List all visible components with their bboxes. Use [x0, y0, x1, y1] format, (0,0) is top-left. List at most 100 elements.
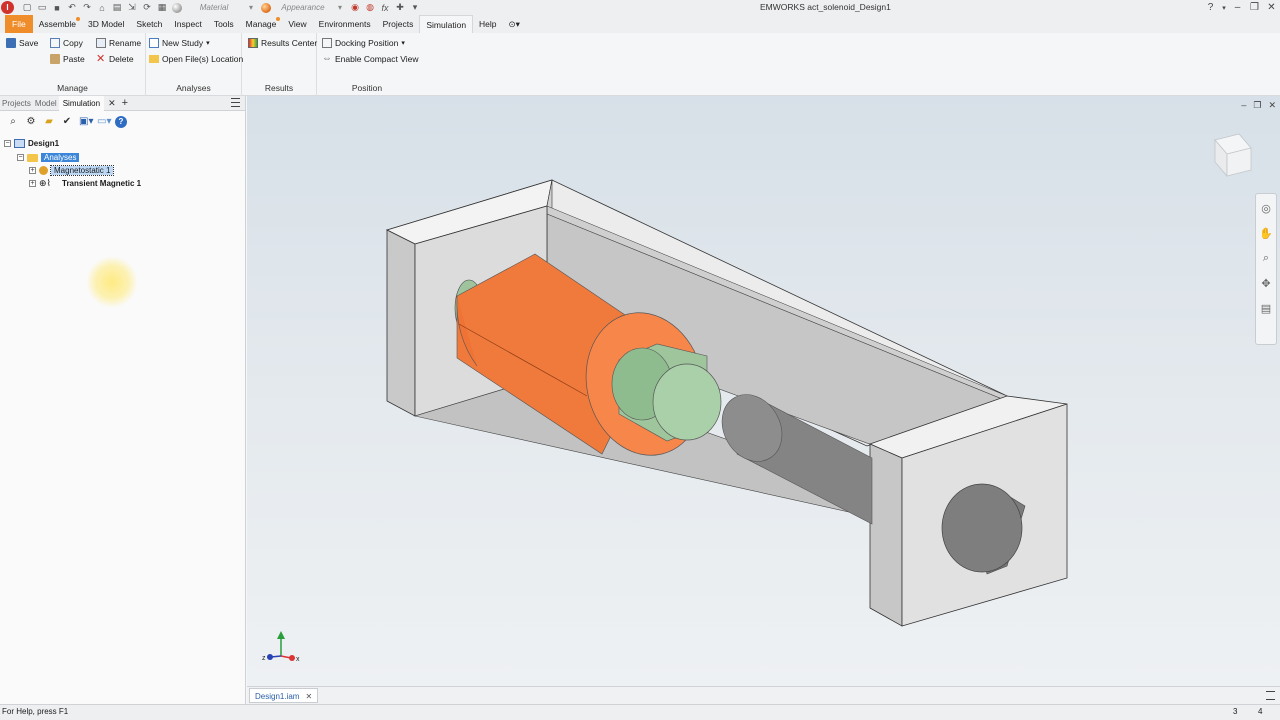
ribbon-options-icon[interactable]: ⊙▾	[503, 15, 526, 33]
save-button[interactable]: Save	[6, 36, 38, 50]
clear-appearance-icon[interactable]: ◍	[365, 2, 375, 13]
help-dropdown-icon[interactable]: ▾	[1219, 4, 1229, 12]
close-icon[interactable]: ✕	[1263, 2, 1280, 13]
select-icon[interactable]: ⇲	[127, 2, 137, 13]
material-dropdown[interactable]: Material ▾	[172, 2, 256, 14]
position-group: Docking Position ▾ ⇔ Enable Compact View…	[317, 33, 418, 96]
tab-help[interactable]: Help	[473, 15, 502, 33]
quick-access-toolbar: ▢ ▭ ■ ↶ ↷ ⌂ ▤ ⇲ ⟳ ▦ Material ▾ Appearanc…	[22, 2, 420, 14]
tab-view[interactable]: View	[282, 15, 312, 33]
open-folder-icon[interactable]: ▭	[37, 2, 47, 13]
viewcube[interactable]	[1214, 133, 1252, 178]
tree-study-transient[interactable]: + ⊕⌇ Transient Magnetic 1	[29, 177, 141, 190]
compact-view-icon: ⇔	[322, 53, 332, 64]
copy-button[interactable]: Copy	[50, 36, 83, 50]
rename-button[interactable]: Rename	[96, 36, 141, 50]
material-ball-icon	[172, 2, 182, 13]
tab-file[interactable]: File	[5, 15, 33, 33]
appearance-ball-icon	[261, 2, 271, 13]
add-icon[interactable]: ✚	[395, 2, 405, 13]
chevron-down-icon: ▾	[337, 3, 342, 12]
document-menu-icon[interactable]	[1266, 691, 1275, 700]
enable-compact-view-button[interactable]: ⇔ Enable Compact View	[322, 52, 418, 66]
svg-text:z: z	[262, 655, 266, 662]
ribbon-tabs: File Assemble 3D Model Sketch Inspect To…	[0, 15, 1280, 33]
new-study-button[interactable]: New Study ▾	[149, 36, 210, 50]
collapse-icon[interactable]: −	[17, 154, 24, 161]
tab-projects-browser[interactable]: Projects	[0, 99, 33, 108]
measure-icon[interactable]: ▦	[157, 2, 167, 13]
browser-menu-icon[interactable]	[231, 98, 240, 107]
add-browser-tab-icon[interactable]: +	[122, 97, 128, 109]
function-icon[interactable]: fx	[380, 3, 390, 13]
customize-qat-icon[interactable]: ▾	[410, 2, 420, 13]
cursor-highlight	[86, 256, 138, 308]
status-count-2: 4	[1258, 707, 1263, 716]
results-group: Results Center Results	[242, 33, 317, 96]
results-center-button[interactable]: Results Center	[248, 36, 317, 50]
tab-environments[interactable]: Environments	[313, 15, 377, 33]
search-icon[interactable]: ⌕	[7, 116, 19, 128]
tab-manage[interactable]: Manage	[240, 15, 283, 33]
status-count-1: 3	[1233, 707, 1238, 716]
transient-study-icon: ⊕⌇	[39, 178, 51, 188]
help-icon[interactable]: ?	[1202, 2, 1219, 13]
status-bar: For Help, press F1 3 4	[0, 704, 1280, 720]
home-icon[interactable]: ⌂	[97, 3, 107, 13]
document-tab[interactable]: Design1.iam ✕	[249, 688, 319, 703]
appearance-dropdown[interactable]: Appearance ▾	[261, 2, 345, 14]
tree-study-magnetostatic[interactable]: + Magnetostatic 1	[29, 164, 115, 177]
expand-icon[interactable]: +	[29, 180, 36, 187]
tab-simulation[interactable]: Simulation	[419, 15, 474, 33]
update-icon[interactable]: ⟳	[142, 2, 152, 13]
navigation-bar: ◎ ✋ ⌕ ✥ ▤	[1255, 193, 1277, 345]
help-circle-icon[interactable]: ?	[115, 116, 127, 128]
app-logo-icon[interactable]: I	[1, 1, 14, 14]
tab-tools[interactable]: Tools	[208, 15, 240, 33]
tab-3d-model[interactable]: 3D Model	[82, 15, 130, 33]
axis-triad: z x	[262, 631, 300, 663]
redo-icon[interactable]: ↷	[82, 2, 92, 13]
close-document-icon[interactable]: ✕	[305, 689, 312, 702]
tree-root[interactable]: − Design1	[4, 137, 59, 150]
new-file-icon[interactable]: ▢	[22, 2, 32, 13]
browser-toolbar: ⌕ ⚙ ▰ ✔ ▣▾ ▭▾ ?	[0, 111, 245, 133]
solenoid-model[interactable]: z x	[247, 96, 1280, 686]
restore-icon[interactable]: ❐	[1246, 2, 1263, 13]
orbit-icon[interactable]: ✥	[1261, 277, 1270, 290]
graphics-viewport[interactable]: – ❐ ✕ z x ◎ ✋ ⌕ ✥ ▤	[247, 96, 1280, 686]
color-override-icon[interactable]: ◉	[350, 2, 360, 13]
print-icon[interactable]: ▤	[112, 2, 122, 13]
tab-inspect[interactable]: Inspect	[168, 15, 207, 33]
undo-icon[interactable]: ↶	[67, 2, 77, 13]
steering-wheel-icon[interactable]: ◎	[1261, 202, 1271, 215]
save-icon[interactable]: ■	[52, 3, 62, 13]
collapse-icon[interactable]: −	[4, 140, 11, 147]
position-group-label: Position	[351, 83, 383, 93]
open-file-location-button[interactable]: Open File(s) Location	[149, 52, 243, 66]
pan-icon[interactable]: ✋	[1259, 227, 1273, 240]
expand-icon[interactable]: +	[29, 167, 36, 174]
docking-position-button[interactable]: Docking Position ▾	[322, 36, 405, 50]
tree-folder-analyses[interactable]: − Analyses	[17, 151, 80, 164]
paste-button[interactable]: Paste	[50, 52, 85, 66]
folder-tool-icon[interactable]: ▰	[43, 116, 55, 128]
tab-model-browser[interactable]: Model	[33, 99, 59, 108]
display-mode-icon[interactable]: ▣▾	[79, 116, 93, 128]
coil-tool-icon[interactable]: ⚙	[25, 116, 37, 128]
tab-assemble[interactable]: Assemble	[33, 15, 82, 33]
copy-icon	[50, 38, 60, 48]
chevron-down-icon: ▾	[206, 40, 210, 47]
zoom-icon[interactable]: ⌕	[1263, 252, 1269, 265]
check-tool-icon[interactable]: ✔	[61, 116, 73, 128]
minimize-icon[interactable]: –	[1229, 2, 1246, 13]
tab-simulation-browser[interactable]: Simulation	[58, 95, 105, 111]
assembly-icon	[14, 139, 25, 148]
delete-button[interactable]: ✕ Delete	[96, 52, 134, 66]
tab-sketch[interactable]: Sketch	[130, 15, 168, 33]
close-tab-icon[interactable]: ✕	[108, 98, 116, 109]
look-at-icon[interactable]: ▤	[1261, 302, 1271, 315]
svg-text:x: x	[296, 656, 300, 663]
tab-projects[interactable]: Projects	[377, 15, 420, 33]
comment-icon[interactable]: ▭▾	[97, 116, 111, 128]
